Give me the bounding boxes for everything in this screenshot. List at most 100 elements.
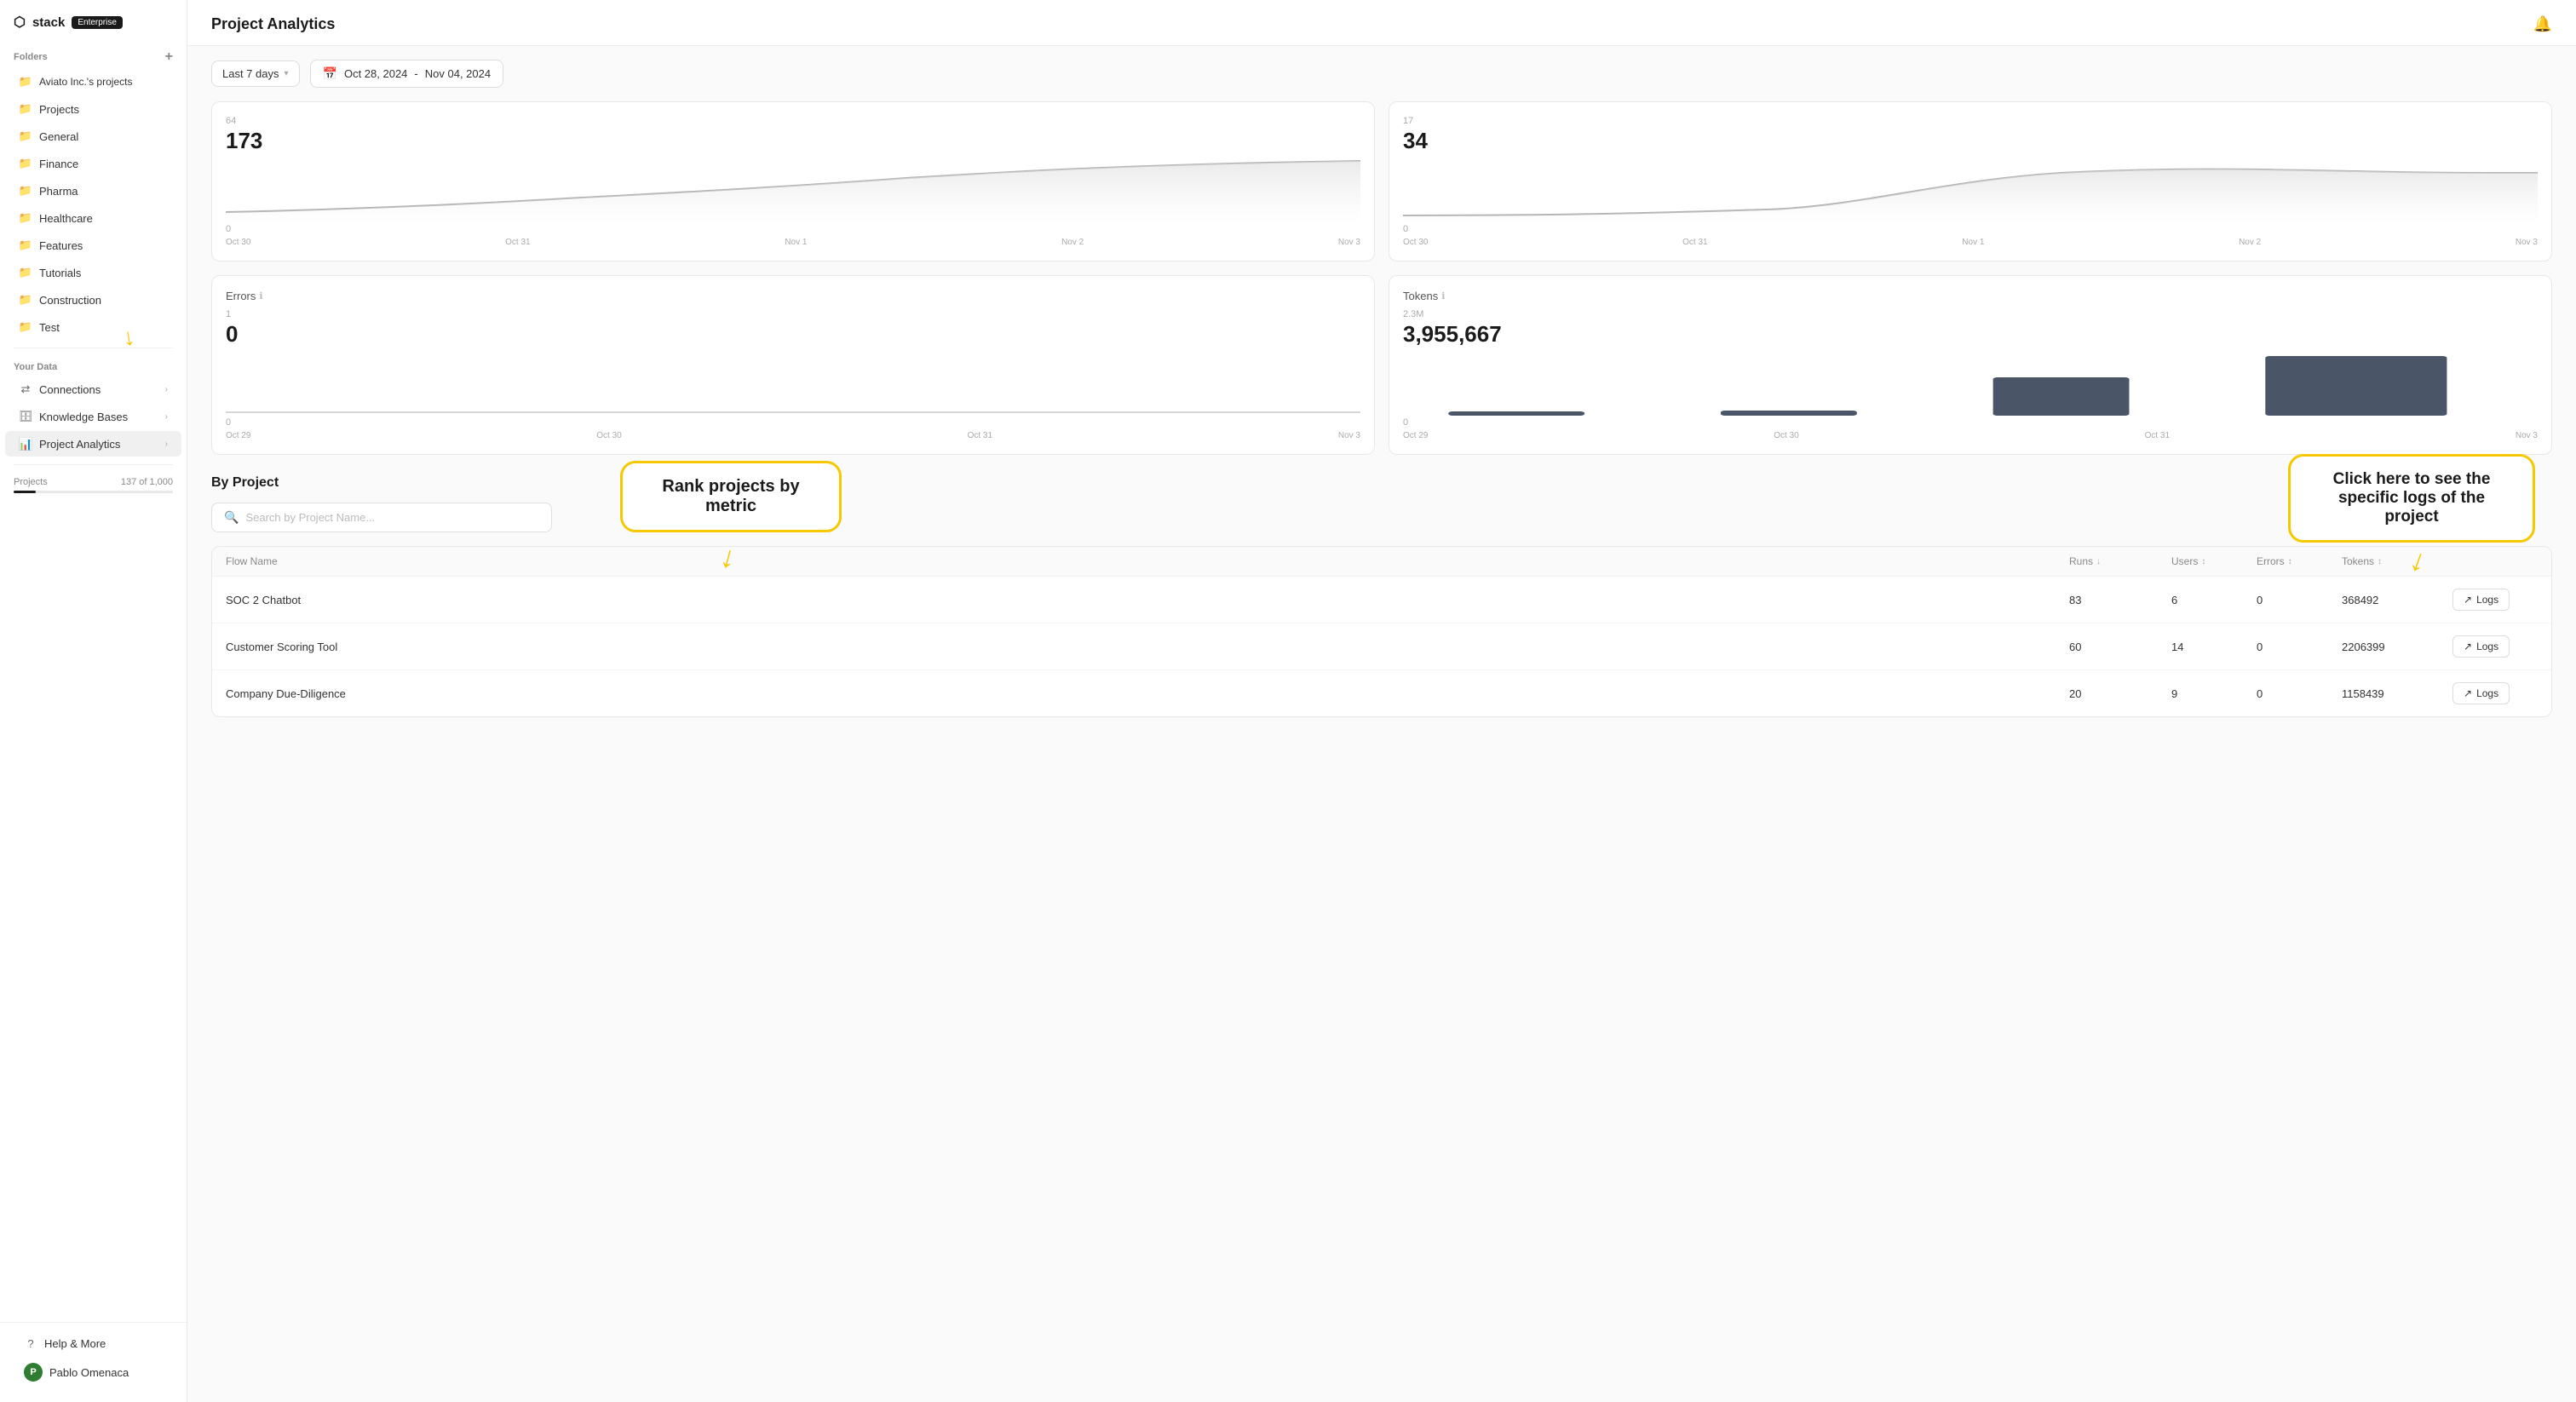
row-errors: 0 bbox=[2257, 687, 2342, 700]
date-range-picker[interactable]: 📅 Oct 28, 2024 - Nov 04, 2024 bbox=[310, 60, 504, 88]
logs-button[interactable]: ↗ Logs bbox=[2452, 682, 2510, 704]
sidebar-item-connections[interactable]: ⇄ Connections › bbox=[5, 376, 181, 402]
errors-title-label: Errors bbox=[226, 290, 256, 302]
main-header: Project Analytics 🔔 bbox=[187, 0, 2576, 46]
logs-button-label: Logs bbox=[2476, 687, 2498, 699]
sidebar-item-label: Projects bbox=[39, 103, 79, 116]
notification-bell-icon[interactable]: 🔔 bbox=[2533, 15, 2552, 33]
add-folder-icon[interactable]: + bbox=[165, 49, 173, 65]
search-icon: 🔍 bbox=[224, 510, 239, 525]
sidebar-item-label: Construction bbox=[39, 294, 101, 307]
logo-text: stack bbox=[32, 15, 65, 30]
tokens-title-label: Tokens bbox=[1403, 290, 1438, 302]
row-flow-name: Customer Scoring Tool bbox=[226, 641, 2069, 653]
date-range-start: Oct 28, 2024 bbox=[344, 67, 407, 80]
folder-icon: 📁 bbox=[19, 211, 32, 225]
row-users: 14 bbox=[2171, 641, 2257, 653]
external-link-icon: ↗ bbox=[2464, 594, 2472, 606]
date-preset-dropdown[interactable]: Last 7 days ▾ bbox=[211, 60, 300, 87]
sidebar-item-tutorials[interactable]: 📁 Tutorials bbox=[5, 260, 181, 285]
col-header-tokens-label: Tokens bbox=[2342, 555, 2374, 567]
tokens-chart-card: Tokens ℹ 2.3M 3,955,667 0 Oct 29 bbox=[1389, 275, 2552, 455]
row-flow-name: SOC 2 Chatbot bbox=[226, 594, 2069, 606]
chevron-right-icon: › bbox=[165, 412, 168, 422]
page-title: Project Analytics bbox=[211, 15, 335, 33]
row-errors: 0 bbox=[2257, 594, 2342, 606]
runs-value: 173 bbox=[226, 128, 1360, 154]
project-search-bar[interactable]: 🔍 bbox=[211, 503, 552, 532]
folder-icon: 📁 bbox=[19, 320, 32, 334]
sidebar-item-label: Aviato Inc.'s projects bbox=[39, 76, 132, 88]
runs-chart-card: 64 173 0 Oct 30 Oct 31 No bbox=[211, 101, 1375, 261]
table-header: Flow Name Runs ↓ Users ↕ Errors ↕ Tokens… bbox=[212, 547, 2551, 577]
avatar: P bbox=[24, 1363, 43, 1382]
sidebar-item-help[interactable]: ? Help & More bbox=[10, 1330, 176, 1356]
sidebar-logo: ⬡ stack Enterprise bbox=[0, 0, 187, 41]
errors-chart-card: Errors ℹ 1 0 0 Oct 29 Oct 30 Oct 31 Nov … bbox=[211, 275, 1375, 455]
by-project-title: By Project bbox=[211, 475, 2552, 491]
project-search-input[interactable] bbox=[245, 511, 539, 524]
table-row: Company Due-Diligence 20 9 0 1158439 ↗ L… bbox=[212, 670, 2551, 716]
col-header-users-label: Users bbox=[2171, 555, 2198, 567]
tokens-zero-label: 0 bbox=[1403, 417, 2538, 428]
col-header-flow-name: Flow Name bbox=[226, 555, 2069, 567]
sidebar-item-label: Healthcare bbox=[39, 212, 93, 225]
sidebar-item-user[interactable]: P Pablo Omenaca bbox=[10, 1357, 176, 1388]
project-table: Flow Name Runs ↓ Users ↕ Errors ↕ Tokens… bbox=[211, 546, 2552, 717]
row-flow-name: Company Due-Diligence bbox=[226, 687, 2069, 700]
sidebar-item-label: Knowledge Bases bbox=[39, 411, 128, 423]
sidebar-item-finance[interactable]: 📁 Finance bbox=[5, 151, 181, 176]
sidebar-item-aviato[interactable]: 📁 Aviato Inc.'s projects bbox=[5, 69, 181, 95]
sidebar-item-healthcare[interactable]: 📁 Healthcare bbox=[5, 205, 181, 231]
sidebar-item-label: Tutorials bbox=[39, 267, 81, 279]
col-header-flow-name-label: Flow Name bbox=[226, 555, 278, 567]
folder-icon: 📁 bbox=[19, 75, 32, 89]
enterprise-badge: Enterprise bbox=[72, 16, 123, 29]
folder-icon: 📁 bbox=[19, 102, 32, 116]
sidebar-item-projects[interactable]: 📁 Projects bbox=[5, 96, 181, 122]
logs-button[interactable]: ↗ Logs bbox=[2452, 635, 2510, 658]
col-header-errors[interactable]: Errors ↕ bbox=[2257, 555, 2342, 567]
col-header-runs-label: Runs bbox=[2069, 555, 2093, 567]
sidebar-item-construction[interactable]: 📁 Construction bbox=[5, 287, 181, 313]
sidebar-item-features[interactable]: 📁 Features bbox=[5, 233, 181, 258]
errors-info-icon: ℹ bbox=[259, 290, 262, 302]
tokens-x-labels: Oct 29 Oct 30 Oct 31 Nov 3 bbox=[1403, 431, 2538, 440]
logs-button[interactable]: ↗ Logs bbox=[2452, 589, 2510, 611]
col-header-runs[interactable]: Runs ↓ bbox=[2069, 555, 2171, 567]
date-range-separator: - bbox=[414, 67, 417, 80]
folder-icon: 📁 bbox=[19, 266, 32, 279]
date-preset-label: Last 7 days bbox=[222, 67, 279, 80]
folder-icon: 📁 bbox=[19, 184, 32, 198]
rank-annotation-bubble: Rank projects by metric bbox=[620, 461, 842, 532]
row-errors: 0 bbox=[2257, 641, 2342, 653]
folder-icon: 📁 bbox=[19, 238, 32, 252]
sidebar-item-pharma[interactable]: 📁 Pharma bbox=[5, 178, 181, 204]
connections-icon: ⇄ bbox=[19, 382, 32, 396]
sidebar-item-test[interactable]: 📁 Test bbox=[5, 314, 181, 340]
col-header-tokens[interactable]: Tokens ↕ bbox=[2342, 555, 2452, 567]
row-users: 9 bbox=[2171, 687, 2257, 700]
folder-icon: 📁 bbox=[19, 157, 32, 170]
sidebar-item-label: Project Analytics bbox=[39, 438, 120, 451]
errors-title: Errors ℹ bbox=[226, 290, 1360, 302]
logs-button-label: Logs bbox=[2476, 641, 2498, 652]
col-header-users[interactable]: Users ↕ bbox=[2171, 555, 2257, 567]
sidebar-item-label: Finance bbox=[39, 158, 78, 170]
users-chart-card: 17 34 0 Oct 30 Oct 31 Nov bbox=[1389, 101, 2552, 261]
projects-progress: Projects 137 of 1,000 bbox=[0, 472, 187, 495]
tokens-info-icon: ℹ bbox=[1441, 290, 1445, 302]
users-value: 34 bbox=[1403, 128, 2538, 154]
row-runs: 60 bbox=[2069, 641, 2171, 653]
filter-bar: Last 7 days ▾ 📅 Oct 28, 2024 - Nov 04, 2… bbox=[187, 46, 2576, 88]
projects-bar-fill bbox=[14, 491, 36, 493]
bottom-spacer bbox=[187, 717, 2576, 751]
sidebar-item-label: Test bbox=[39, 321, 60, 334]
row-actions: ↗ Logs bbox=[2452, 635, 2538, 658]
folder-icon: 📁 bbox=[19, 129, 32, 143]
sidebar-item-general[interactable]: 📁 General bbox=[5, 124, 181, 149]
sidebar-item-knowledge-bases[interactable]: 🗄 Knowledge Bases › bbox=[5, 404, 181, 429]
help-icon: ? bbox=[24, 1336, 37, 1350]
sidebar-item-project-analytics[interactable]: 📊 Project Analytics › bbox=[5, 431, 181, 457]
runs-zero-label: 0 bbox=[226, 224, 1360, 234]
